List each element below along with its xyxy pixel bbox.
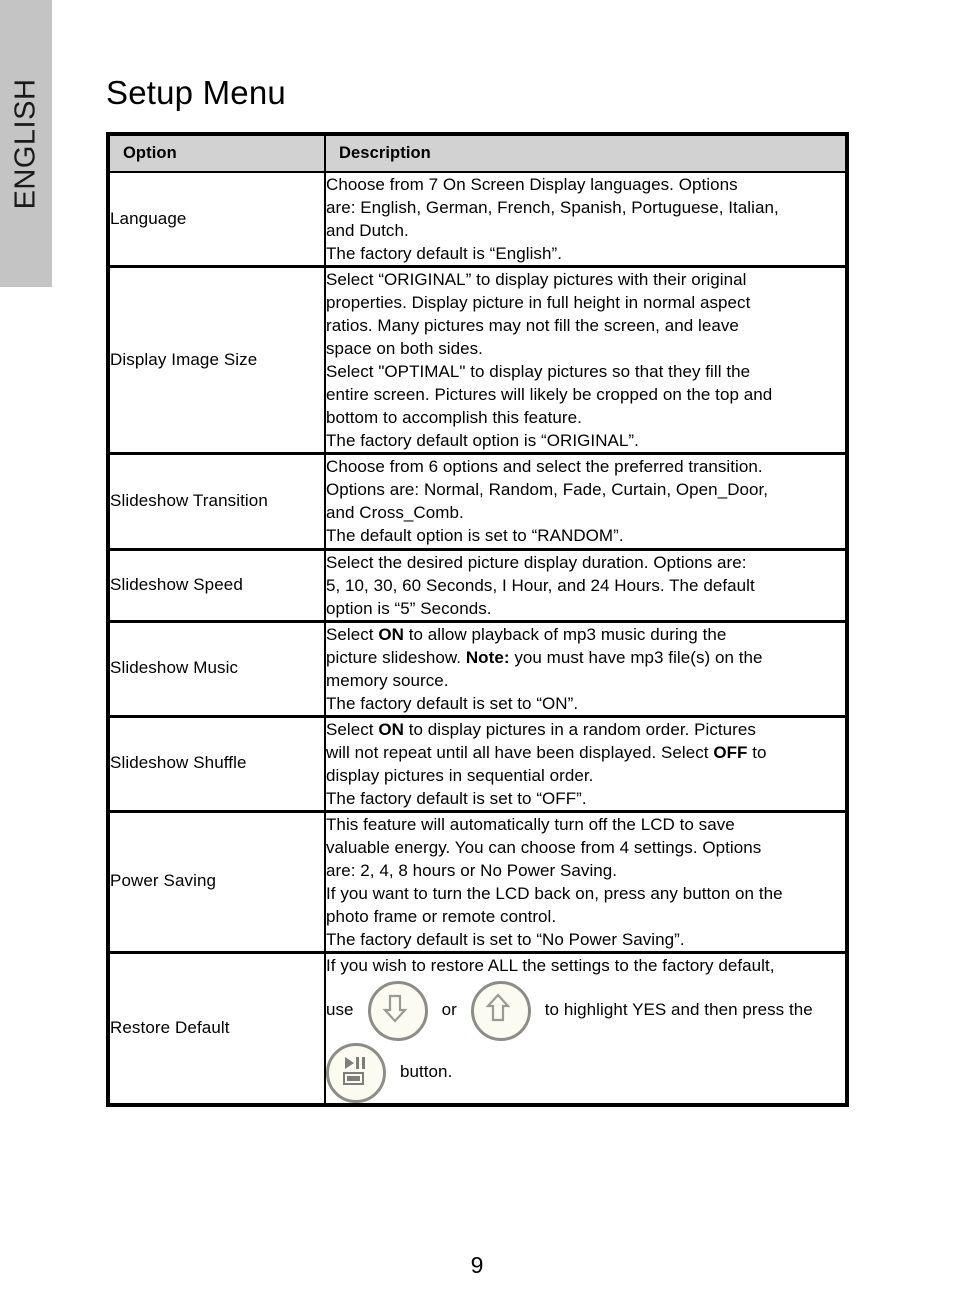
- option-name: Slideshow Shuffle: [108, 714, 325, 812]
- table-row: Slideshow Speed Select the desired pictu…: [108, 547, 847, 622]
- restore-default-instruction-row: use or to highlight YES and then press t…: [326, 980, 845, 1041]
- description-line: 5, 10, 30, 60 Seconds, I Hour, and 24 Ho…: [326, 575, 755, 595]
- restore-use-label: use: [326, 1000, 354, 1020]
- column-header-description: Description: [324, 134, 847, 173]
- page-number: 9: [470, 1252, 484, 1278]
- description-line: display pictures in sequential order.: [326, 765, 594, 785]
- restore-default-button-row: button.: [326, 1042, 845, 1103]
- description-line: Select ON to allow playback of mp3 music…: [326, 624, 727, 644]
- description-line: Choose from 7 On Screen Display language…: [326, 175, 738, 194]
- arrow-up-button-icon: [470, 980, 531, 1041]
- option-name: Display Image Size: [108, 265, 325, 454]
- setup-menu-table: Option Description Language Choose from …: [106, 132, 849, 1107]
- option-description: Choose from 6 options and select the pre…: [324, 452, 847, 549]
- option-name: Slideshow Transition: [108, 452, 325, 549]
- description-line: will not repeat until all have been disp…: [326, 742, 767, 762]
- option-name: Power Saving: [108, 809, 325, 953]
- restore-or-label: or: [441, 1000, 457, 1020]
- description-line: The factory default is set to “OFF”.: [326, 788, 587, 808]
- option-description: Select the desired picture display durat…: [324, 547, 847, 622]
- description-line: properties. Display picture in full heig…: [326, 293, 751, 313]
- table-row: Slideshow Shuffle Select ON to display p…: [108, 714, 847, 812]
- option-description: Select ON to display pictures in a rando…: [324, 714, 847, 812]
- description-line: The default option is set to “RANDOM”.: [326, 526, 624, 546]
- description-line: valuable energy. You can choose from 4 s…: [326, 837, 762, 857]
- description-line: The factory default is set to “No Power …: [326, 930, 685, 949]
- description-line: entire screen. Pictures will likely be c…: [326, 385, 773, 405]
- option-description: Choose from 7 On Screen Display language…: [324, 172, 847, 267]
- description-line: The factory default is “English”.: [326, 244, 562, 264]
- table-row: Slideshow Music Select ON to allow playb…: [108, 619, 847, 717]
- description-line: Select "OPTIMAL" to display pictures so …: [326, 362, 751, 382]
- option-name: Language: [110, 208, 187, 228]
- description-line: and Cross_Comb.: [326, 503, 464, 523]
- restore-highlight-label: to highlight YES and then press the: [544, 1000, 813, 1020]
- option-description: This feature will automatically turn off…: [324, 809, 847, 953]
- description-line: Choose from 6 options and select the pre…: [326, 457, 763, 477]
- description-line: Select the desired picture display durat…: [326, 552, 747, 572]
- table-row: Display Image Size Select “ORIGINAL” to …: [108, 265, 847, 454]
- description-line: ratios. Many pictures may not fill the s…: [326, 316, 739, 336]
- description-line: Select ON to display pictures in a rando…: [326, 719, 756, 739]
- option-name: Slideshow Music: [108, 619, 325, 717]
- description-line: space on both sides.: [326, 339, 483, 359]
- page-title: Setup Menu: [106, 74, 286, 112]
- description-line: memory source.: [326, 670, 449, 690]
- description-line: The factory default option is “ORIGINAL”…: [326, 431, 639, 451]
- description-line: option is “5” Seconds.: [326, 598, 492, 618]
- description-line: bottom to accomplish this feature.: [326, 408, 582, 428]
- table-header-row: Option Description: [108, 134, 847, 173]
- description-line: are: English, German, French, Spanish, P…: [326, 198, 779, 218]
- description-line: and Dutch.: [326, 221, 409, 241]
- description-line: If you want to turn the LCD back on, pre…: [326, 883, 783, 903]
- description-line: picture slideshow. Note: you must have m…: [326, 647, 763, 667]
- play-pause-stop-button-icon: [326, 1042, 386, 1103]
- option-description: Select ON to allow playback of mp3 music…: [324, 619, 847, 717]
- table-row: Slideshow Transition Choose from 6 optio…: [108, 452, 847, 549]
- language-tab: ENGLISH: [0, 0, 52, 287]
- description-line: are: 2, 4, 8 hours or No Power Saving.: [326, 860, 618, 880]
- option-name: Slideshow Speed: [108, 547, 325, 622]
- arrow-down-button-icon: [367, 980, 428, 1041]
- option-description: If you wish to restore ALL the settings …: [324, 951, 847, 1105]
- restore-button-label: button.: [400, 1062, 453, 1082]
- description-line: This feature will automatically turn off…: [326, 814, 735, 834]
- description-line: If you wish to restore ALL the settings …: [326, 956, 775, 976]
- language-tab-label: ENGLISH: [9, 78, 42, 209]
- description-line: photo frame or remote control.: [326, 906, 557, 926]
- description-line: Select “ORIGINAL” to display pictures wi…: [326, 270, 747, 290]
- description-line: The factory default is set to “ON”.: [326, 693, 579, 713]
- description-line: Options are: Normal, Random, Fade, Curta…: [326, 480, 769, 500]
- table-row: Restore Default If you wish to restore A…: [108, 951, 847, 1105]
- table-row: Language Choose from 7 On Screen Display…: [108, 172, 847, 267]
- table-row: Power Saving This feature will automatic…: [108, 809, 847, 953]
- option-name: Restore Default: [108, 951, 325, 1105]
- column-header-option: Option: [108, 134, 325, 173]
- option-description: Select “ORIGINAL” to display pictures wi…: [324, 265, 847, 454]
